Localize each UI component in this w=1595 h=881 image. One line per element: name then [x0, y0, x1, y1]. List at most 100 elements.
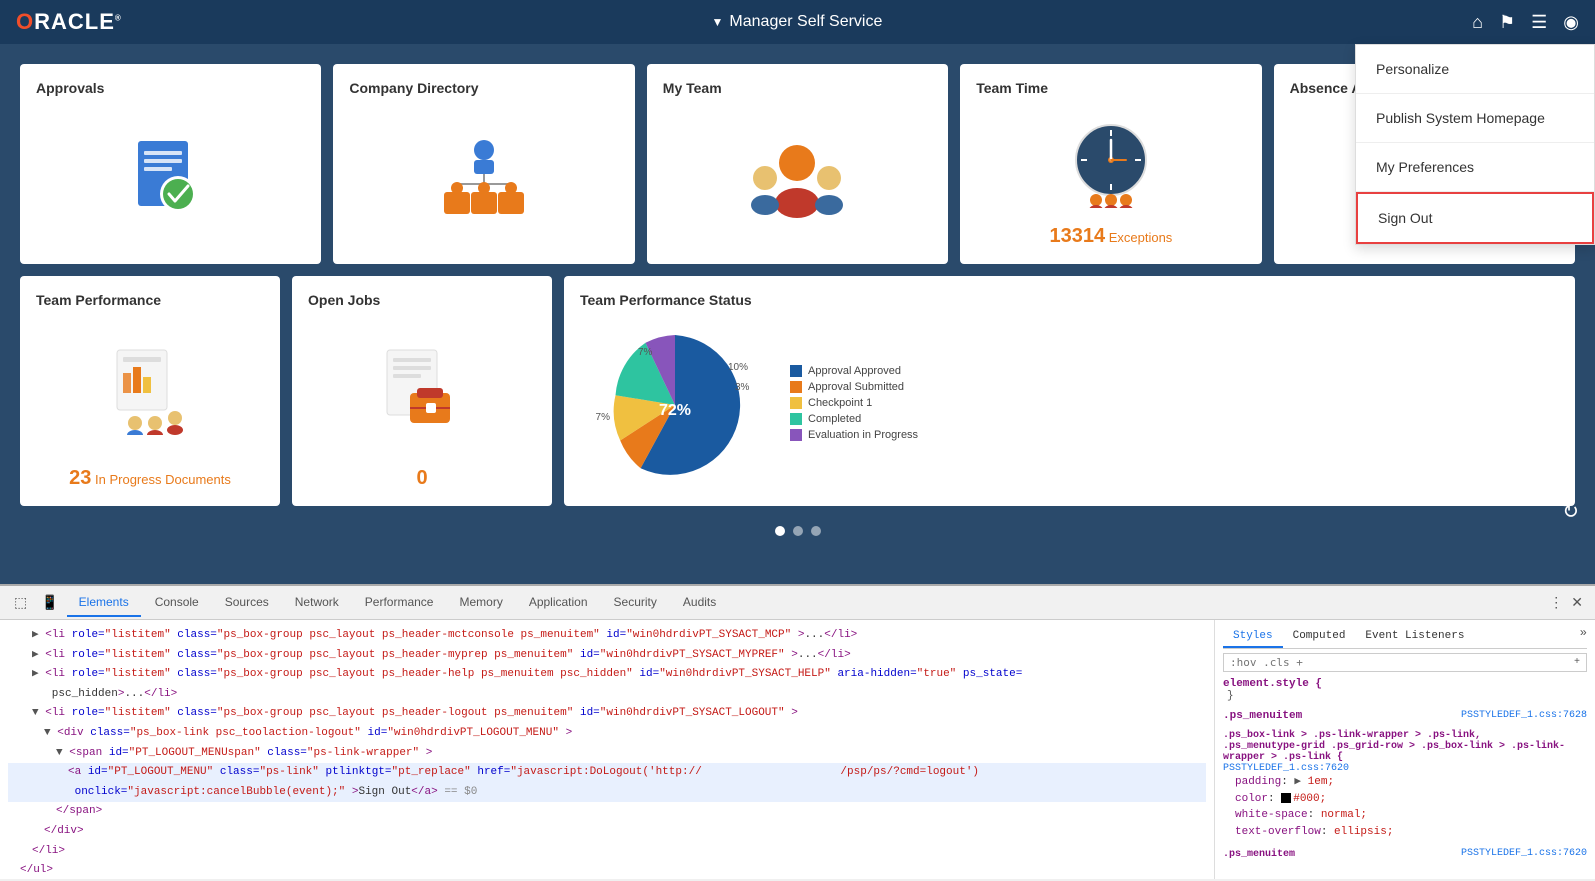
legend-evaluation-in-progress: Evaluation in Progress [790, 429, 918, 441]
dropdown-signout[interactable]: Sign Out [1356, 192, 1594, 244]
devtools-tab-security[interactable]: Security [602, 589, 669, 617]
styles-menuitem-selector: .ps_menuitem [1223, 710, 1302, 722]
legend-color-checkpoint1 [790, 397, 802, 409]
devtools-tabs: ⬚ 📱 Elements Console Sources Network Per… [0, 586, 1595, 620]
devtools-inspect-icon[interactable]: ⬚ [8, 594, 33, 611]
styles-footer-source: PSSTYLEDEF_1.css:7620 [1461, 848, 1587, 859]
my-team-icon [747, 133, 847, 223]
devtools-content: ▶ <li role="listitem" class="ps_box-grou… [0, 620, 1595, 879]
code-line-12: </ul> [8, 861, 1206, 879]
code-line-3b: psc_hidden>...</li> [8, 685, 1206, 705]
pagination-dot-2[interactable] [793, 526, 803, 536]
legend-approval-approved: Approval Approved [790, 365, 918, 377]
styles-tabs: Styles Computed Event Listeners » [1223, 626, 1587, 649]
tile-approvals-title: Approvals [36, 80, 305, 96]
legend-checkpoint1: Checkpoint 1 [790, 397, 918, 409]
pagination [20, 526, 1575, 536]
styles-more-icon[interactable]: » [1580, 626, 1587, 648]
tile-my-team[interactable]: My Team [647, 64, 948, 264]
code-line-2: ▶ <li role="listitem" class="ps_box-grou… [8, 646, 1206, 666]
styles-menuitem-source: PSSTYLEDEF_1.css:7628 [1461, 710, 1587, 722]
oracle-logo: ORACLE® [16, 9, 122, 35]
header-icons: ⌂ ⚑ ☰ ◉ Personalize Publish System Homep… [1472, 12, 1579, 33]
tile-my-team-content [663, 108, 932, 248]
styles-element-block: element.style { } [1223, 678, 1587, 702]
tile-team-performance-content [36, 320, 264, 459]
styles-link-selector: .ps_box-link > .ps-link-wrapper > .ps-li… [1223, 730, 1587, 763]
styles-footer-selector: .ps_menuitem [1223, 849, 1295, 860]
dropdown-arrow-icon: ▼ [712, 15, 724, 29]
tile-company-directory-title: Company Directory [349, 80, 618, 96]
team-time-count: 13314 [1049, 225, 1105, 247]
tile-team-time-title: Team Time [976, 80, 1245, 96]
devtools-tab-application[interactable]: Application [517, 589, 600, 617]
legend-color-approval-submitted [790, 381, 802, 393]
styles-tab-styles[interactable]: Styles [1223, 626, 1283, 648]
legend-color-completed [790, 413, 802, 425]
devtools-tab-network[interactable]: Network [283, 589, 351, 617]
pie-chart: 72% 10% 3% 7% 7% [580, 320, 770, 490]
pagination-dot-3[interactable] [811, 526, 821, 536]
code-line-6: ▼ <span id="PT_LOGOUT_MENUspan" class="p… [8, 744, 1206, 764]
team-performance-label: In Progress Documents [95, 472, 231, 487]
user-icon[interactable]: ◉ [1563, 12, 1579, 33]
devtools-tab-performance[interactable]: Performance [353, 589, 446, 617]
styles-tab-computed[interactable]: Computed [1283, 626, 1356, 648]
code-line-9: </span> [8, 802, 1206, 822]
styles-element-selector: element.style { [1223, 678, 1587, 690]
tile-team-performance-status-content: 72% 10% 3% 7% 7% Approval Approved [580, 320, 1559, 490]
dropdown-publish[interactable]: Publish System Homepage [1356, 94, 1594, 143]
tile-team-performance-status[interactable]: Team Performance Status [564, 276, 1575, 506]
team-time-label: Exceptions [1109, 230, 1173, 245]
team-time-icon [1066, 118, 1156, 208]
svg-text:3%: 3% [735, 382, 750, 393]
styles-footer-block: .ps_menuitem PSSTYLEDEF_1.css:7620 [1223, 848, 1587, 860]
devtools-close-icon[interactable]: ✕ [1571, 594, 1583, 611]
code-line-5: ▼ <div class="ps_box-link psc_toolaction… [8, 724, 1206, 744]
menu-icon[interactable]: ☰ [1531, 12, 1547, 33]
devtools-more-icon[interactable]: ⋮ [1549, 594, 1563, 611]
legend-label-evaluation: Evaluation in Progress [808, 429, 918, 441]
styles-filter: + [1223, 653, 1587, 672]
devtools-tab-sources[interactable]: Sources [213, 589, 281, 617]
devtools-device-icon[interactable]: 📱 [35, 594, 64, 611]
styles-link-block: .ps_box-link > .ps-link-wrapper > .ps-li… [1223, 730, 1587, 840]
flag-icon[interactable]: ⚑ [1499, 12, 1515, 33]
tile-team-time[interactable]: Team Time [960, 64, 1261, 264]
tile-team-performance-title: Team Performance [36, 292, 264, 308]
tile-company-directory[interactable]: Company Directory [333, 64, 634, 264]
legend-label-approval-approved: Approval Approved [808, 365, 901, 377]
styles-link-source: PSSTYLEDEF_1.css:7620 [1223, 763, 1349, 774]
svg-text:7%: 7% [596, 412, 611, 423]
devtools-panel: ⬚ 📱 Elements Console Sources Network Per… [0, 584, 1595, 879]
code-line-3: ▶ <li role="listitem" class="ps_box-grou… [8, 665, 1206, 685]
styles-prop-color: color: #000; [1223, 791, 1587, 808]
legend-label-checkpoint1: Checkpoint 1 [808, 397, 872, 409]
devtools-toolbar-right: ⋮ ✕ [1549, 594, 1587, 611]
tile-company-directory-content [349, 108, 618, 248]
pagination-dot-1[interactable] [775, 526, 785, 536]
styles-tab-event-listeners[interactable]: Event Listeners [1355, 626, 1474, 648]
tile-team-performance[interactable]: Team Performance [20, 276, 280, 506]
dropdown-personalize[interactable]: Personalize [1356, 45, 1594, 94]
home-icon[interactable]: ⌂ [1472, 12, 1483, 33]
styles-prop-text-overflow: text-overflow: ellipsis; [1223, 824, 1587, 841]
tile-approvals[interactable]: Approvals [20, 64, 321, 264]
devtools-tab-memory[interactable]: Memory [447, 589, 514, 617]
header-title: ▼ Manager Self Service [712, 13, 883, 31]
team-performance-count: 23 [69, 467, 91, 489]
company-directory-icon [439, 138, 529, 218]
code-line-10: </div> [8, 822, 1206, 842]
devtools-tab-audits[interactable]: Audits [671, 589, 728, 617]
devtools-tab-elements[interactable]: Elements [67, 589, 141, 617]
refresh-button[interactable]: ↻ [1562, 499, 1579, 524]
styles-filter-input[interactable] [1230, 656, 1570, 669]
tile-team-time-content [976, 108, 1245, 217]
open-jobs-icon [382, 345, 462, 435]
tile-grid-row2: Team Performance [20, 276, 1575, 506]
tile-team-time-footer: 13314 Exceptions [976, 225, 1245, 248]
dropdown-preferences[interactable]: My Preferences [1356, 143, 1594, 192]
tile-open-jobs[interactable]: Open Jobs 0 [292, 276, 552, 506]
devtools-styles-panel: Styles Computed Event Listeners » + elem… [1215, 620, 1595, 879]
devtools-tab-console[interactable]: Console [143, 589, 211, 617]
